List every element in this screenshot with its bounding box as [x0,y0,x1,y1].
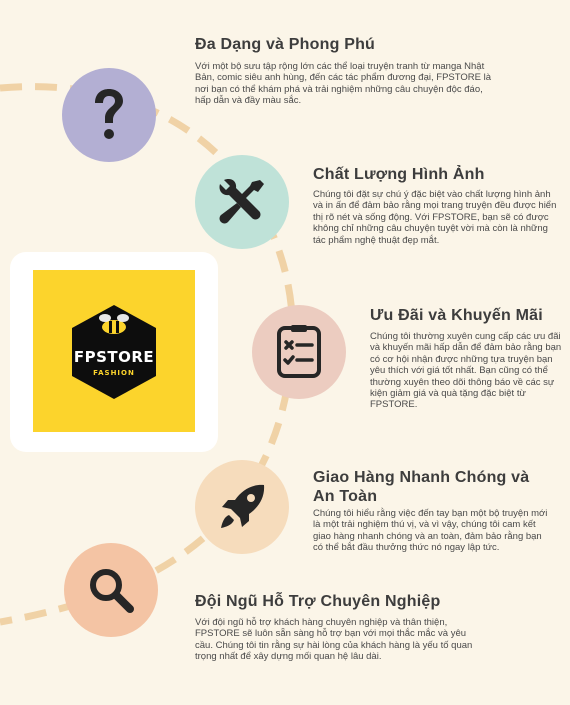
feature-circle-promotions [252,305,346,399]
tools-icon [219,178,264,224]
feature-desc-support: Với đội ngũ hỗ trợ khách hàng chuyên ngh… [195,617,473,663]
checklist-icon [277,325,321,378]
feature-title-diversity: Đa Dạng và Phong Phú [195,36,376,53]
feature-title-promotions: Ưu Đãi và Khuyến Mãi [370,307,543,324]
feature-title-quality: Chất Lượng Hình Ảnh [313,166,485,183]
feature-circle-support [64,543,158,637]
question-icon [95,89,123,139]
brand-name: FPSTORE [73,348,155,366]
rocket-icon [221,484,265,528]
feature-desc-diversity: Với một bộ sưu tập rộng lớn các thể loại… [195,61,491,107]
feature-circle-quality [195,155,289,249]
feature-circle-diversity [62,68,156,162]
infographic-canvas: FPSTORE FASHION Đa Dạng và Phong Phú Với… [0,0,570,705]
feature-title-delivery: Giao Hàng Nhanh Chóng và An Toàn [313,469,530,505]
feature-desc-quality: Chúng tôi đặt sự chú ý đặc biệt vào chất… [313,189,557,246]
brand-logo: FPSTORE FASHION [33,270,195,432]
search-icon [90,569,134,613]
feature-desc-delivery: Chúng tôi hiểu rằng việc đến tay bạn một… [313,508,548,554]
feature-circle-delivery [195,460,289,554]
feature-title-support: Đội Ngũ Hỗ Trợ Chuyên Nghiệp [195,593,441,610]
feature-desc-promotions: Chúng tôi thường xuyên cung cấp các ưu đ… [370,331,562,411]
brand-tagline: FASHION [93,369,135,377]
